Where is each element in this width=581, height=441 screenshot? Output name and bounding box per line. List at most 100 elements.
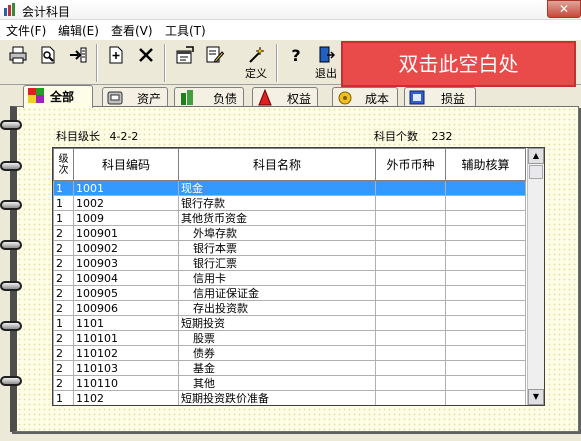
menu-file[interactable]: 文件(F) xyxy=(6,22,46,39)
code-cell: 1001 xyxy=(73,180,179,196)
binder-ring xyxy=(0,281,22,291)
table-row[interactable]: 2 110103 基金 xyxy=(53,360,526,376)
preview-button[interactable] xyxy=(33,43,63,83)
currency-cell xyxy=(375,300,446,316)
close-button[interactable]: ✕ xyxy=(547,0,581,18)
tab-cost[interactable]: 成本 xyxy=(332,87,398,107)
name-cell: 现金 xyxy=(178,180,376,196)
tab-assets[interactable]: 资产 xyxy=(102,87,168,107)
column-header-name[interactable]: 科目名称 xyxy=(178,148,376,181)
table-row[interactable]: 2 100902 银行本票 xyxy=(53,240,526,256)
auxiliary-cell xyxy=(445,345,526,361)
level-cell: 1 xyxy=(53,390,74,405)
menu-tools[interactable]: 工具(T) xyxy=(165,22,206,39)
auxiliary-cell xyxy=(445,390,526,405)
column-header-level[interactable]: 级次 xyxy=(53,148,74,181)
code-cell: 100903 xyxy=(73,255,179,271)
table-row[interactable]: 1 1101 短期投资 xyxy=(53,315,526,331)
name-cell: 银行汇票 xyxy=(178,255,376,271)
binder-ring xyxy=(0,240,22,250)
vertical-scrollbar[interactable]: ▲ ▼ xyxy=(527,148,544,405)
table-row[interactable]: 1 1102 短期投资跌价准备 xyxy=(53,390,526,405)
scroll-thumb[interactable] xyxy=(529,165,543,179)
level-cell: 2 xyxy=(53,375,74,391)
preview-icon xyxy=(41,46,55,64)
app-icon xyxy=(4,3,15,16)
auxiliary-cell xyxy=(445,330,526,346)
delete-button[interactable] xyxy=(131,43,161,83)
menu-edit[interactable]: 编辑(E) xyxy=(58,22,99,39)
code-cell: 100904 xyxy=(73,270,179,286)
column-header-code[interactable]: 科目编码 xyxy=(73,148,179,181)
table-row[interactable]: 2 100903 银行汇票 xyxy=(53,255,526,271)
code-cell: 110101 xyxy=(73,330,179,346)
auxiliary-cell xyxy=(445,285,526,301)
output-button[interactable] xyxy=(63,43,93,83)
tab-equity[interactable]: 权益 xyxy=(252,87,318,107)
magic-wand-icon xyxy=(249,46,265,63)
menu-bar: 文件(F) 编辑(E) 查看(V) 工具(T) xyxy=(0,20,581,39)
currency-cell xyxy=(375,285,446,301)
count-info: 科目个数 232 xyxy=(374,128,453,144)
code-cell: 100905 xyxy=(73,285,179,301)
currency-cell xyxy=(375,360,446,376)
auxiliary-cell xyxy=(445,180,526,196)
toolbar-separator xyxy=(96,44,98,82)
liabilities-icon xyxy=(181,90,193,105)
accounts-table: 级次 科目编码 科目名称 外币币种 辅助核算 1 1001 现金 1 1002 银行存款 1… xyxy=(52,147,545,406)
tab-profit-loss[interactable]: 损益 xyxy=(404,87,476,107)
column-header-auxiliary[interactable]: 辅助核算 xyxy=(445,148,526,181)
binder-ring xyxy=(0,161,22,171)
currency-cell xyxy=(375,240,446,256)
table-row[interactable]: 1 1009 其他货币资金 xyxy=(53,210,526,226)
menu-view[interactable]: 查看(V) xyxy=(111,22,153,39)
scroll-down-button[interactable]: ▼ xyxy=(528,389,544,405)
auxiliary-cell xyxy=(445,270,526,286)
table-row[interactable]: 2 100905 信用证保证金 xyxy=(53,285,526,301)
code-cell: 1009 xyxy=(73,210,179,226)
code-cell: 110102 xyxy=(73,345,179,361)
edit-icon xyxy=(206,46,224,63)
tab-liabilities[interactable]: 负债 xyxy=(174,87,244,107)
table-row[interactable]: 2 100906 存出投资款 xyxy=(53,300,526,316)
level-cell: 2 xyxy=(53,255,74,271)
table-row[interactable]: 2 110110 其他 xyxy=(53,375,526,391)
level-cell: 2 xyxy=(53,345,74,361)
edit-button[interactable] xyxy=(200,43,230,83)
exit-button[interactable]: 退出 xyxy=(311,43,341,83)
profit-loss-icon xyxy=(409,90,425,105)
currency-cell xyxy=(375,255,446,271)
name-cell: 债券 xyxy=(178,345,376,361)
currency-cell xyxy=(375,270,446,286)
help-button[interactable]: ? xyxy=(281,43,311,83)
scroll-up-button[interactable]: ▲ xyxy=(528,148,544,164)
currency-cell xyxy=(375,345,446,361)
name-cell: 股票 xyxy=(178,330,376,346)
table-row[interactable]: 2 110101 股票 xyxy=(53,330,526,346)
currency-cell xyxy=(375,195,446,211)
level-label: 科目级长 xyxy=(56,130,100,143)
level-cell: 1 xyxy=(53,315,74,331)
print-button[interactable] xyxy=(3,43,33,83)
auxiliary-cell xyxy=(445,255,526,271)
assets-icon xyxy=(107,91,123,105)
add-button[interactable] xyxy=(101,43,131,83)
auxiliary-cell xyxy=(445,225,526,241)
define-label: 定义 xyxy=(245,67,267,80)
new-document-icon xyxy=(109,46,123,64)
define-button[interactable]: 定义 xyxy=(240,43,272,83)
level-cell: 2 xyxy=(53,285,74,301)
code-cell: 1102 xyxy=(73,390,179,405)
name-cell: 银行本票 xyxy=(178,240,376,256)
table-row[interactable]: 2 110102 债券 xyxy=(53,345,526,361)
binder-ring xyxy=(0,200,22,210)
tab-all[interactable]: 全部 xyxy=(23,85,93,108)
table-row[interactable]: 2 100901 外埠存款 xyxy=(53,225,526,241)
column-header-currency[interactable]: 外币币种 xyxy=(375,148,446,181)
table-row[interactable]: 2 100904 信用卡 xyxy=(53,270,526,286)
table-row[interactable]: 1 1001 现金 xyxy=(53,180,526,196)
properties-button[interactable] xyxy=(170,43,200,83)
name-cell: 短期投资 xyxy=(178,315,376,331)
table-row[interactable]: 1 1002 银行存款 xyxy=(53,195,526,211)
name-cell: 银行存款 xyxy=(178,195,376,211)
